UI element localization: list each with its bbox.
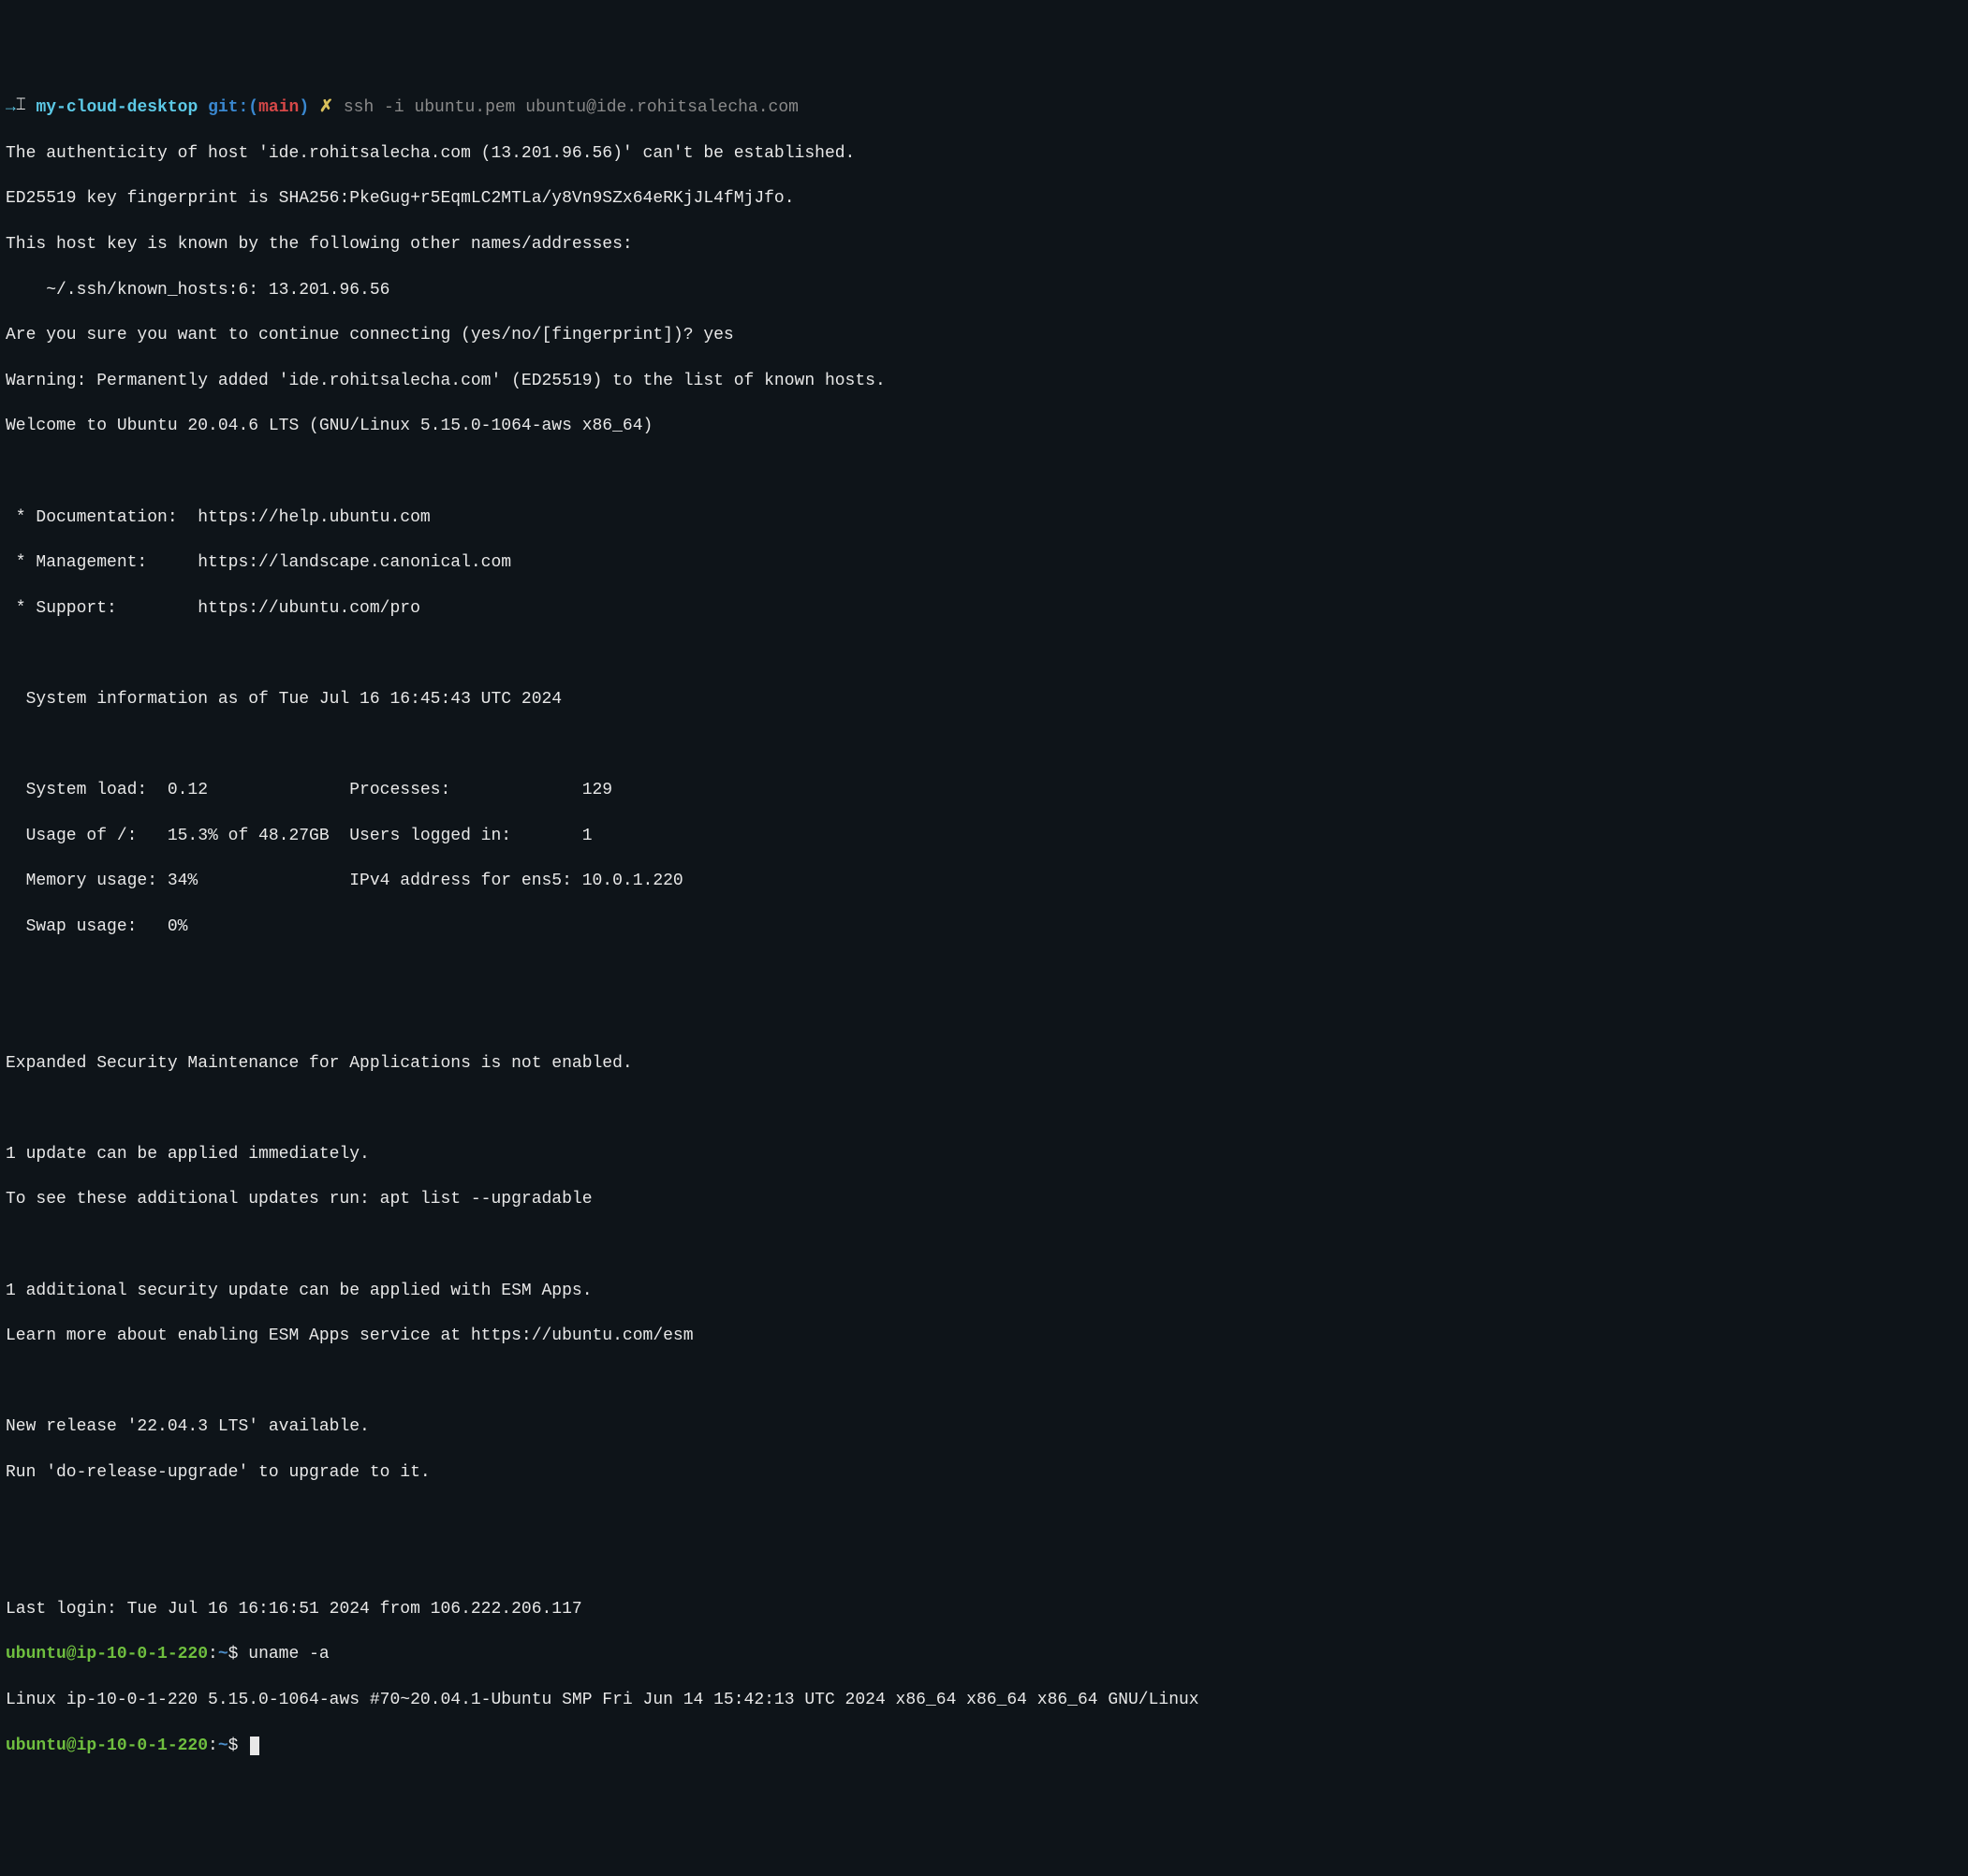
auth-line-5: Are you sure you want to continue connec… (6, 324, 1962, 346)
auth-line-1: The authenticity of host 'ide.rohitsalec… (6, 142, 1962, 165)
auth-line-2: ED25519 key fingerprint is SHA256:PkeGug… (6, 187, 1962, 210)
prompt-dollar-2: $ (228, 1737, 249, 1755)
esm-line-2: 1 update can be applied immediately. (6, 1143, 1962, 1165)
remote-prompt-1[interactable]: ubuntu@ip-10-0-1-220:~$ uname -a (6, 1643, 1962, 1665)
git-label: git:( (208, 98, 258, 117)
esm-line-4: 1 additional security update can be appl… (6, 1280, 1962, 1302)
prompt-arrow-icon: → (6, 98, 16, 117)
dirty-indicator-icon: ✗ (319, 98, 333, 117)
uname-command: uname -a (248, 1645, 329, 1663)
local-prompt-line[interactable]: →⌶ my-cloud-desktop git:(main) ✗ ssh -i … (6, 96, 1962, 119)
release-line-1: New release '22.04.3 LTS' available. (6, 1415, 1962, 1438)
link-management: * Management: https://landscape.canonica… (6, 551, 1962, 574)
prompt-dollar: $ (228, 1645, 249, 1663)
auth-line-3: This host key is known by the following … (6, 233, 1962, 256)
block-cursor-icon (250, 1737, 259, 1755)
ssh-target: ubuntu@ide.rohitsalecha.com (525, 98, 799, 117)
sysinfo-header: System information as of Tue Jul 16 16:4… (6, 688, 1962, 711)
remote-userhost-2: ubuntu@ip-10-0-1-220 (6, 1737, 208, 1755)
uname-output: Linux ip-10-0-1-220 5.15.0-1064-aws #70~… (6, 1689, 1962, 1711)
remote-userhost: ubuntu@ip-10-0-1-220 (6, 1645, 208, 1663)
auth-line-4: ~/.ssh/known_hosts:6: 13.201.96.56 (6, 279, 1962, 301)
sysinfo-row-1: System load: 0.12 Processes: 129 (6, 779, 1962, 801)
ssh-command: ssh -i ubuntu.pem (344, 98, 525, 117)
prompt-directory: my-cloud-desktop (36, 98, 198, 117)
welcome-line: Welcome to Ubuntu 20.04.6 LTS (GNU/Linux… (6, 415, 1962, 437)
sysinfo-row-2: Usage of /: 15.3% of 48.27GB Users logge… (6, 825, 1962, 847)
prompt-tilde-2: ~ (218, 1737, 228, 1755)
link-support: * Support: https://ubuntu.com/pro (6, 597, 1962, 620)
blank-6 (6, 1097, 1962, 1120)
blank-2 (6, 642, 1962, 665)
blank-4 (6, 960, 1962, 983)
prompt-tilde: ~ (218, 1645, 228, 1663)
prompt-colon: : (208, 1645, 218, 1663)
remote-prompt-2[interactable]: ubuntu@ip-10-0-1-220:~$ (6, 1735, 1962, 1757)
blank-8 (6, 1370, 1962, 1393)
sysinfo-row-3: Memory usage: 34% IPv4 address for ens5:… (6, 870, 1962, 892)
link-documentation: * Documentation: https://help.ubuntu.com (6, 506, 1962, 529)
blank-9 (6, 1507, 1962, 1530)
esm-line-5: Learn more about enabling ESM Apps servi… (6, 1325, 1962, 1347)
esm-line-1: Expanded Security Maintenance for Applic… (6, 1052, 1962, 1075)
git-close: ) (299, 98, 309, 117)
git-branch: main (258, 98, 299, 117)
blank-1 (6, 461, 1962, 483)
auth-line-6: Warning: Permanently added 'ide.rohitsal… (6, 370, 1962, 392)
blank-7 (6, 1234, 1962, 1256)
text-cursor-icon: ⌶ (16, 95, 26, 117)
esm-line-3: To see these additional updates run: apt… (6, 1188, 1962, 1210)
blank-5 (6, 1006, 1962, 1029)
prompt-colon-2: : (208, 1737, 218, 1755)
release-line-2: Run 'do-release-upgrade' to upgrade to i… (6, 1461, 1962, 1484)
last-login: Last login: Tue Jul 16 16:16:51 2024 fro… (6, 1598, 1962, 1620)
blank-10 (6, 1552, 1962, 1575)
blank-3 (6, 734, 1962, 756)
sysinfo-row-4: Swap usage: 0% (6, 916, 1962, 938)
